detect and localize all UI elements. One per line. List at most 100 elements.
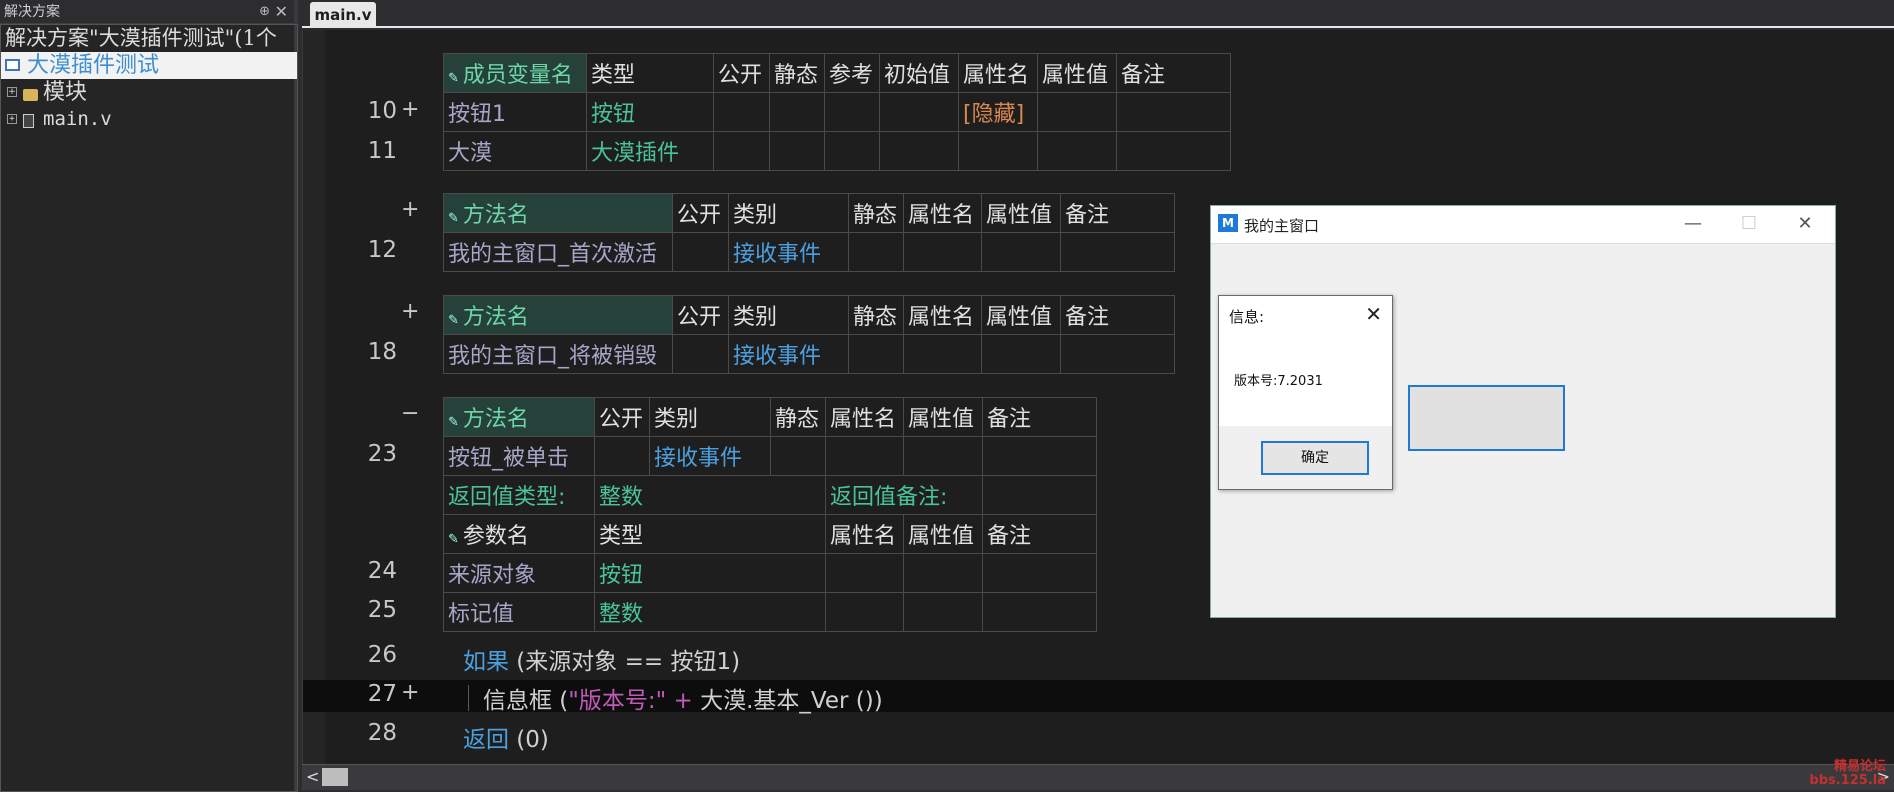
header-attr-name: 属性名 [903, 193, 982, 233]
table-cell[interactable] [1060, 334, 1175, 374]
expand-marker[interactable]: + [401, 299, 419, 324]
table-cell[interactable] [982, 553, 1097, 593]
table-cell[interactable] [825, 553, 904, 593]
table-cell[interactable] [769, 131, 825, 171]
param-name-cell[interactable]: 来源对象 [443, 553, 595, 593]
table-cell[interactable] [848, 334, 904, 374]
method-name-cell[interactable]: 按钮_被单击 [443, 436, 595, 476]
table-cell[interactable] [903, 436, 983, 476]
table-cell[interactable] [769, 92, 825, 132]
pin-icon[interactable]: ⊕ [259, 0, 270, 24]
message-box-body: 信息: ✕ 版本号:7.2031 [1219, 296, 1392, 426]
horizontal-scrollbar[interactable]: < > [302, 764, 1894, 790]
table-cell[interactable] [825, 592, 904, 632]
table-cell[interactable] [903, 334, 982, 374]
param-type-cell[interactable]: 整数 [594, 592, 826, 632]
table-cell[interactable] [958, 131, 1038, 171]
return-row[interactable]: 返回值类型: 整数 返回值备注: [443, 475, 1097, 515]
attr-name-cell[interactable]: [隐藏] [958, 92, 1038, 132]
table-cell[interactable] [713, 131, 770, 171]
expand-marker[interactable]: + [401, 97, 419, 122]
code-line[interactable]: 返回 (0) [463, 720, 549, 754]
solution-node[interactable]: 解决方案"大漠插件测试"(1个 [1, 25, 297, 52]
code-text: 大漠.基本_Ver ()) [700, 688, 883, 714]
header-static: 静态 [848, 295, 904, 335]
table-cell[interactable] [1037, 92, 1117, 132]
method-name-cell[interactable]: 我的主窗口_首次激活 [443, 232, 673, 272]
code-line[interactable]: 信息框 ("版本号:" + 大漠.基本_Ver ()) [483, 681, 883, 715]
expand-marker[interactable]: + [401, 197, 419, 222]
project-node-label: 大漠插件测试 [27, 53, 160, 78]
keyword: 返回 [463, 727, 509, 753]
scroll-left-icon[interactable]: < [306, 767, 319, 786]
solution-panel-header: 解决方案 ⊕ ✕ [0, 0, 294, 24]
param-name-cell[interactable]: 标记值 [443, 592, 595, 632]
project-node[interactable]: 大漠插件测试 [1, 52, 297, 79]
return-type-cell[interactable]: 整数 [594, 475, 826, 515]
collapse-marker[interactable]: − [401, 401, 419, 426]
expand-icon[interactable]: + [7, 114, 17, 124]
table-cell[interactable] [848, 232, 904, 272]
table-cell[interactable] [1116, 92, 1231, 132]
header-initial: 初始值 [879, 53, 959, 93]
table-cell[interactable] [982, 436, 1097, 476]
table-row[interactable]: 来源对象 按钮 [443, 553, 1097, 593]
table-cell[interactable] [672, 334, 729, 374]
close-icon[interactable]: ✕ [1365, 302, 1382, 326]
member-name-cell[interactable]: 按钮1 [443, 92, 587, 132]
maximize-icon[interactable]: ☐ [1729, 212, 1769, 236]
param-type-cell[interactable]: 按钮 [594, 553, 826, 593]
table-cell[interactable] [825, 436, 904, 476]
table-cell[interactable] [824, 131, 880, 171]
header-static: 静态 [769, 53, 825, 93]
table-cell[interactable] [981, 334, 1061, 374]
close-icon[interactable]: ✕ [1785, 212, 1825, 236]
table-cell[interactable] [981, 232, 1061, 272]
category-cell[interactable]: 接收事件 [728, 232, 849, 272]
tree-item-main-v[interactable]: + main.v [1, 106, 297, 133]
table-cell[interactable] [879, 92, 959, 132]
code-text: (0) [509, 727, 549, 753]
table-row[interactable]: 大漠 大漠插件 [443, 131, 1231, 171]
table-cell[interactable] [1037, 131, 1117, 171]
app-button-1[interactable] [1408, 385, 1565, 451]
tab-main-v[interactable]: main.v [310, 2, 376, 28]
minimize-icon[interactable]: — [1673, 212, 1713, 236]
table-cell[interactable] [903, 232, 982, 272]
scroll-thumb[interactable] [322, 768, 348, 786]
close-icon[interactable]: ✕ [275, 0, 288, 24]
category-cell[interactable]: 接收事件 [649, 436, 771, 476]
table-cell[interactable] [879, 131, 959, 171]
table-row[interactable]: 标记值 整数 [443, 592, 1097, 632]
table-cell[interactable] [770, 436, 826, 476]
tree-item-modules[interactable]: + 模块 [1, 79, 297, 106]
expand-marker[interactable]: + [401, 680, 419, 705]
table-cell[interactable] [1116, 131, 1231, 171]
table-cell[interactable] [982, 592, 1097, 632]
code-line[interactable]: 如果 (来源对象 == 按钮1) [463, 642, 740, 676]
table-row[interactable]: 我的主窗口_将被销毁 接收事件 [443, 334, 1175, 374]
table-cell[interactable] [903, 592, 983, 632]
member-type-cell[interactable]: 大漠插件 [586, 131, 714, 171]
header-member-name: ✎ 成员变量名 [443, 53, 587, 93]
table-cell[interactable] [672, 232, 729, 272]
table-row[interactable]: 我的主窗口_首次激活 接收事件 [443, 232, 1175, 272]
table-cell[interactable] [1060, 232, 1175, 272]
return-note-cell[interactable] [982, 475, 1097, 515]
header-category: 类别 [728, 295, 849, 335]
solution-node-label: 解决方案"大漠插件测试"(1个 [5, 26, 277, 50]
ok-button[interactable]: 确定 [1261, 441, 1369, 475]
line-number: 18 [367, 339, 397, 365]
table-cell[interactable] [824, 92, 880, 132]
expand-icon[interactable]: + [7, 87, 17, 97]
member-name-cell[interactable]: 大漠 [443, 131, 587, 171]
category-cell[interactable]: 接收事件 [728, 334, 849, 374]
table-cell[interactable] [594, 436, 650, 476]
table-row[interactable]: 按钮1 按钮 [隐藏] [443, 92, 1231, 132]
table-cell[interactable] [713, 92, 770, 132]
table-row[interactable]: 按钮_被单击 接收事件 [443, 436, 1097, 476]
table-cell[interactable] [903, 553, 983, 593]
app-title-bar[interactable]: M 我的主窗口 — ☐ ✕ [1211, 206, 1835, 244]
method-name-cell[interactable]: 我的主窗口_将被销毁 [443, 334, 673, 374]
member-type-cell[interactable]: 按钮 [586, 92, 714, 132]
